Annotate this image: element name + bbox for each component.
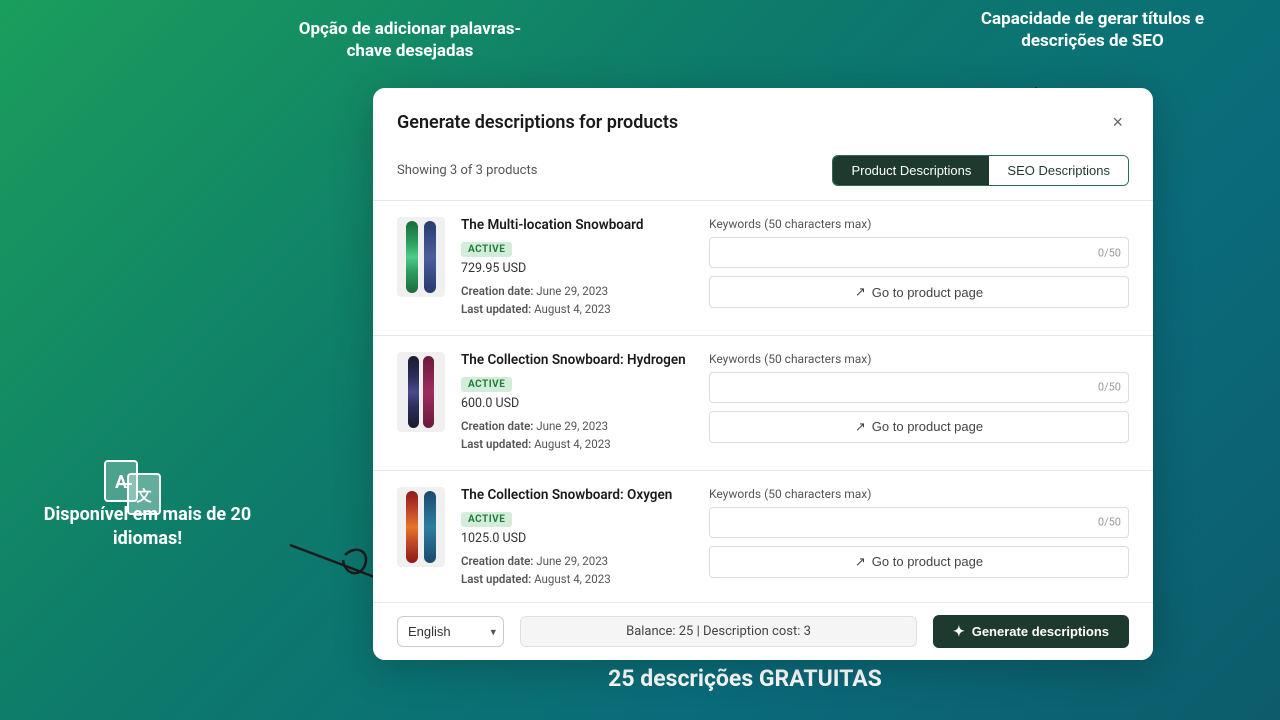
- keywords-input-3[interactable]: [709, 507, 1129, 538]
- keywords-count-3: 0/50: [1098, 516, 1121, 529]
- table-row: The Collection Snowboard: Oxygen ACTIVE …: [373, 470, 1153, 605]
- product-actions-2: Keywords (50 characters max) 0/50 ↗ Go t…: [709, 352, 1129, 443]
- modal-header: Generate descriptions for products ×: [373, 88, 1153, 145]
- product-actions-1: Keywords (50 characters max) 0/50 ↗ Go t…: [709, 217, 1129, 308]
- last-updated-label-1: Last updated:: [461, 302, 531, 316]
- go-to-product-label-2: Go to product page: [872, 419, 983, 434]
- last-updated-label-2: Last updated:: [461, 437, 531, 451]
- product-badge-2: ACTIVE: [461, 377, 512, 392]
- product-info-3: The Collection Snowboard: Oxygen ACTIVE …: [461, 487, 693, 589]
- product-name-2: The Collection Snowboard: Hydrogen: [461, 352, 693, 368]
- close-button[interactable]: ×: [1106, 110, 1129, 135]
- go-to-product-button-3[interactable]: ↗ Go to product page: [709, 546, 1129, 578]
- annotation-top-right: Capacidade de gerar títulos e descrições…: [950, 8, 1235, 52]
- creation-date-2: June 29, 2023: [536, 419, 608, 433]
- external-link-icon-1: ↗: [855, 284, 866, 300]
- product-info-1: The Multi-location Snowboard ACTIVE 729.…: [461, 217, 693, 319]
- modal: Generate descriptions for products × Sho…: [373, 88, 1153, 660]
- external-link-icon-2: ↗: [855, 419, 866, 435]
- keywords-label-3: Keywords (50 characters max): [709, 487, 1129, 501]
- modal-toolbar: Showing 3 of 3 products Product Descript…: [373, 145, 1153, 200]
- generate-label: Generate descriptions: [972, 624, 1109, 639]
- keywords-count-2: 0/50: [1098, 381, 1121, 394]
- creation-date-label-3: Creation date:: [461, 554, 533, 568]
- keywords-label-1: Keywords (50 characters max): [709, 217, 1129, 231]
- annotation-bottom: 25 descrições GRATUITAS: [570, 665, 920, 692]
- last-updated-label-3: Last updated:: [461, 572, 531, 586]
- product-list: The Multi-location Snowboard ACTIVE 729.…: [373, 200, 1153, 660]
- go-to-product-label-1: Go to product page: [872, 285, 983, 300]
- keywords-input-2[interactable]: [709, 372, 1129, 403]
- table-row: The Collection Snowboard: Hydrogen ACTIV…: [373, 335, 1153, 470]
- keywords-input-wrap-1: 0/50: [709, 237, 1129, 268]
- product-badge-3: ACTIVE: [461, 512, 512, 527]
- svg-text:A: A: [115, 472, 128, 493]
- product-price-1: 729.95 USD: [461, 261, 693, 276]
- sparkle-icon: ✦: [953, 623, 965, 640]
- product-price-2: 600.0 USD: [461, 396, 693, 411]
- keywords-input-wrap-3: 0/50: [709, 507, 1129, 538]
- table-row: The Multi-location Snowboard ACTIVE 729.…: [373, 200, 1153, 335]
- product-actions-3: Keywords (50 characters max) 0/50 ↗ Go t…: [709, 487, 1129, 578]
- language-select[interactable]: English Spanish French Portuguese German…: [397, 616, 504, 647]
- last-updated-2: August 4, 2023: [534, 437, 611, 451]
- go-to-product-button-1[interactable]: ↗ Go to product page: [709, 276, 1129, 308]
- product-name-3: The Collection Snowboard: Oxygen: [461, 487, 693, 503]
- last-updated-3: August 4, 2023: [534, 572, 611, 586]
- go-to-product-button-2[interactable]: ↗ Go to product page: [709, 411, 1129, 443]
- keywords-input-1[interactable]: [709, 237, 1129, 268]
- product-price-3: 1025.0 USD: [461, 531, 693, 546]
- modal-footer: English Spanish French Portuguese German…: [373, 602, 1153, 660]
- language-select-wrap: English Spanish French Portuguese German…: [397, 616, 504, 647]
- showing-text: Showing 3 of 3 products: [397, 163, 537, 178]
- creation-date-label-2: Creation date:: [461, 419, 533, 433]
- go-to-product-label-3: Go to product page: [872, 554, 983, 569]
- keywords-input-wrap-2: 0/50: [709, 372, 1129, 403]
- tab-group: Product Descriptions SEO Descriptions: [832, 155, 1129, 186]
- creation-date-1: June 29, 2023: [536, 284, 608, 298]
- creation-date-label-1: Creation date:: [461, 284, 533, 298]
- generate-descriptions-button[interactable]: ✦ Generate descriptions: [933, 615, 1129, 648]
- balance-info: Balance: 25 | Description cost: 3: [520, 616, 917, 647]
- product-badge-1: ACTIVE: [461, 242, 512, 257]
- tab-product-descriptions[interactable]: Product Descriptions: [833, 156, 989, 185]
- creation-date-3: June 29, 2023: [536, 554, 608, 568]
- product-image-2: [397, 352, 445, 432]
- product-image-1: [397, 217, 445, 297]
- product-info-2: The Collection Snowboard: Hydrogen ACTIV…: [461, 352, 693, 454]
- product-image-3: [397, 487, 445, 567]
- keywords-count-1: 0/50: [1098, 246, 1121, 259]
- annotation-mid-left: Disponível em mais de 20 idiomas!: [25, 503, 270, 550]
- last-updated-1: August 4, 2023: [534, 302, 611, 316]
- product-dates-3: Creation date: June 29, 2023 Last update…: [461, 552, 693, 589]
- product-name-1: The Multi-location Snowboard: [461, 217, 693, 233]
- external-link-icon-3: ↗: [855, 554, 866, 570]
- annotation-top-left: Opção de adicionar palavras-chave deseja…: [285, 18, 535, 62]
- keywords-label-2: Keywords (50 characters max): [709, 352, 1129, 366]
- modal-title: Generate descriptions for products: [397, 112, 678, 133]
- tab-seo-descriptions[interactable]: SEO Descriptions: [989, 156, 1128, 185]
- product-dates-2: Creation date: June 29, 2023 Last update…: [461, 417, 693, 454]
- product-dates-1: Creation date: June 29, 2023 Last update…: [461, 282, 693, 319]
